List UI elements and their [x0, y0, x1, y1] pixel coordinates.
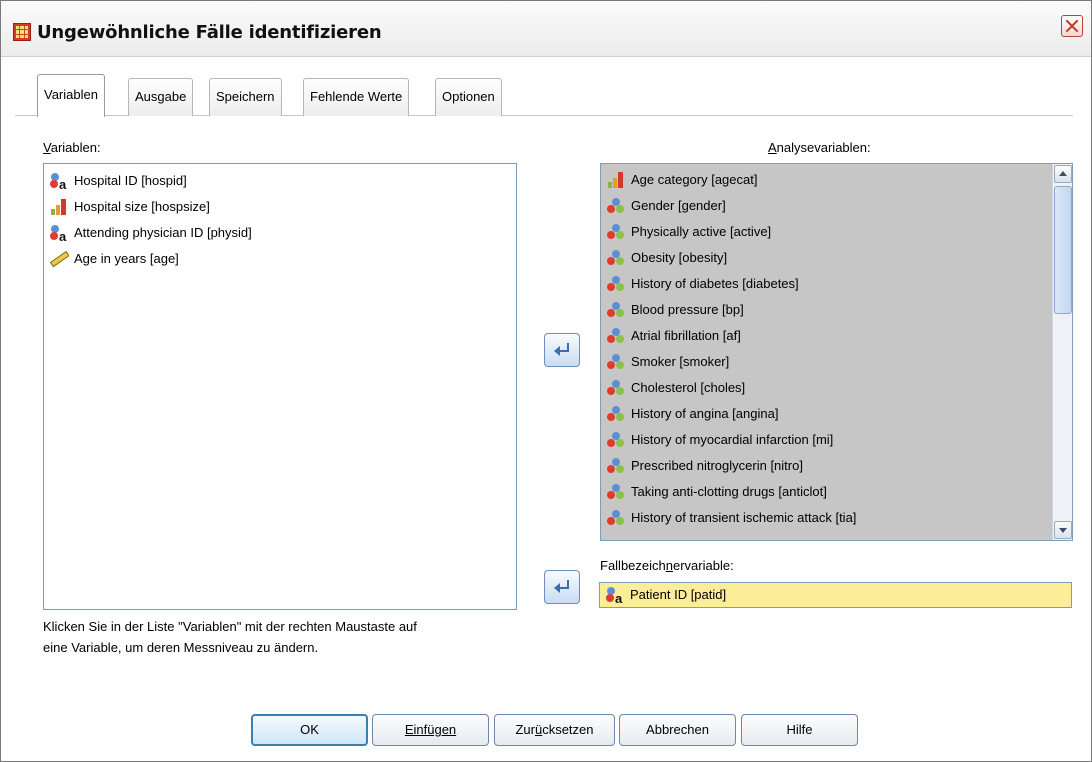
caseid-value: Patient ID [patid] — [630, 587, 727, 602]
list-item[interactable]: History of myocardial infarction [mi] — [601, 427, 1072, 453]
nominal-icon — [607, 328, 624, 343]
item-label: Obesity [obesity] — [631, 250, 728, 265]
list-item[interactable]: Smoker [smoker] — [601, 349, 1072, 375]
ordinal-icon — [608, 172, 623, 188]
item-label: Attending physician ID [physid] — [74, 225, 252, 240]
list-item[interactable]: Gender [gender] — [601, 193, 1072, 219]
nominal-icon — [607, 250, 624, 265]
scale-icon — [49, 250, 69, 268]
nominal-icon — [607, 302, 624, 317]
dialog-title: Ungewöhnliche Fälle identifizieren — [37, 22, 382, 43]
help-button[interactable]: Hilfe — [741, 714, 858, 746]
nominal-string-icon: a — [50, 225, 67, 242]
nominal-icon — [607, 458, 624, 473]
nominal-icon — [607, 354, 624, 369]
item-label: Hospital ID [hospid] — [74, 173, 187, 188]
tab-strip: Variablen Ausgabe Speichern Fehlende Wer… — [15, 66, 1073, 117]
ok-button[interactable]: OK — [251, 714, 368, 746]
scroll-thumb[interactable] — [1054, 186, 1072, 314]
list-item[interactable]: Hospital size [hospsize] — [44, 194, 516, 220]
list-item[interactable]: Physically active [active] — [601, 219, 1072, 245]
tab-ausgabe[interactable]: Ausgabe — [128, 78, 194, 116]
svg-text:a: a — [615, 591, 623, 604]
scroll-up-button[interactable] — [1054, 165, 1072, 183]
item-label: Smoker [smoker] — [631, 354, 730, 369]
list-item[interactable]: a Hospital ID [hospid] — [44, 168, 516, 194]
list-item[interactable]: Atrial fibrillation [af] — [601, 323, 1072, 349]
item-label: Hospital size [hospsize] — [74, 199, 210, 214]
source-variable-list[interactable]: a Hospital ID [hospid] Hospital size [ho… — [43, 163, 517, 610]
list-item[interactable]: Blood pressure [bp] — [601, 297, 1072, 323]
paste-button[interactable]: Einfügen — [372, 714, 489, 746]
nominal-icon — [607, 276, 624, 291]
list-item[interactable]: History of transient ischemic attack [ti… — [601, 505, 1072, 531]
hint-text-line-1: Klicken Sie in der Liste "Variablen" mit… — [43, 619, 417, 634]
item-label: Age in years [age] — [74, 251, 179, 266]
dialog-window: Ungewöhnliche Fälle identifizieren Varia… — [0, 0, 1092, 762]
svg-text:a: a — [59, 229, 67, 242]
caseid-label: Fallbezeichnervariable: — [600, 558, 734, 573]
item-label: Gender [gender] — [631, 198, 726, 213]
reset-button-label: Zurücksetzen — [515, 722, 594, 737]
item-label: History of myocardial infarction [mi] — [631, 432, 834, 447]
item-label: Cholesterol [choles] — [631, 380, 746, 395]
list-item[interactable]: Obesity [obesity] — [601, 245, 1072, 271]
analysis-list-label: Analysevariablen: — [768, 140, 871, 155]
hint-text-line-2: eine Variable, um deren Messniveau zu än… — [43, 640, 319, 655]
nominal-icon — [607, 198, 624, 213]
svg-text:a: a — [59, 177, 67, 190]
item-label: History of angina [angina] — [631, 406, 779, 421]
item-label: Age category [agecat] — [631, 172, 758, 187]
scroll-down-button[interactable] — [1054, 521, 1072, 539]
nominal-icon — [607, 432, 624, 447]
tab-fehlende-werte[interactable]: Fehlende Werte — [303, 78, 410, 116]
list-item[interactable]: Taking anti-clotting drugs [anticlot] — [601, 479, 1072, 505]
list-item[interactable]: Cholesterol [choles] — [601, 375, 1072, 401]
reset-button[interactable]: Zurücksetzen — [494, 714, 615, 746]
arrow-left-icon — [554, 343, 569, 356]
nominal-icon — [607, 224, 624, 239]
list-item[interactable]: Prescribed nitroglycerin [nitro] — [601, 453, 1072, 479]
item-label: History of transient ischemic attack [ti… — [631, 510, 857, 525]
item-label: Atrial fibrillation [af] — [631, 328, 741, 343]
title-bar[interactable]: Ungewöhnliche Fälle identifizieren — [1, 1, 1091, 57]
tab-optionen[interactable]: Optionen — [435, 78, 502, 116]
source-list-label: Variablen: — [43, 140, 101, 155]
list-item[interactable]: a Attending physician ID [physid] — [44, 220, 516, 246]
nominal-icon — [607, 380, 624, 395]
spss-table-icon — [13, 23, 31, 41]
item-label: Physically active [active] — [631, 224, 772, 239]
move-to-caseid-button[interactable] — [544, 570, 580, 604]
item-label: Blood pressure [bp] — [631, 302, 744, 317]
item-label: Prescribed nitroglycerin [nitro] — [631, 458, 803, 473]
list-item[interactable]: History of angina [angina] — [601, 401, 1072, 427]
nominal-icon — [607, 484, 624, 499]
nominal-icon — [607, 406, 624, 421]
item-label: Taking anti-clotting drugs [anticlot] — [631, 484, 827, 499]
caseid-field[interactable]: a Patient ID [patid] — [599, 582, 1072, 608]
tab-speichern[interactable]: Speichern — [209, 78, 282, 116]
close-button[interactable] — [1061, 15, 1083, 37]
item-label: History of diabetes [diabetes] — [631, 276, 799, 291]
list-item[interactable]: Age category [agecat] — [601, 167, 1072, 193]
scrollbar[interactable] — [1052, 164, 1072, 540]
ordinal-icon — [51, 199, 66, 215]
nominal-string-icon: a — [606, 587, 623, 604]
analysis-variable-list[interactable]: Age category [agecat] Gender [gender] Phys… — [600, 163, 1073, 541]
cancel-button[interactable]: Abbrechen — [619, 714, 736, 746]
tab-variablen[interactable]: Variablen — [37, 74, 105, 117]
paste-button-label: Einfügen — [404, 722, 457, 737]
arrow-left-icon — [554, 580, 569, 593]
nominal-icon — [607, 510, 624, 525]
nominal-string-icon: a — [50, 173, 67, 190]
list-item[interactable]: Age in years [age] — [44, 246, 516, 272]
move-to-analysis-button[interactable] — [544, 333, 580, 367]
list-item[interactable]: History of diabetes [diabetes] — [601, 271, 1072, 297]
